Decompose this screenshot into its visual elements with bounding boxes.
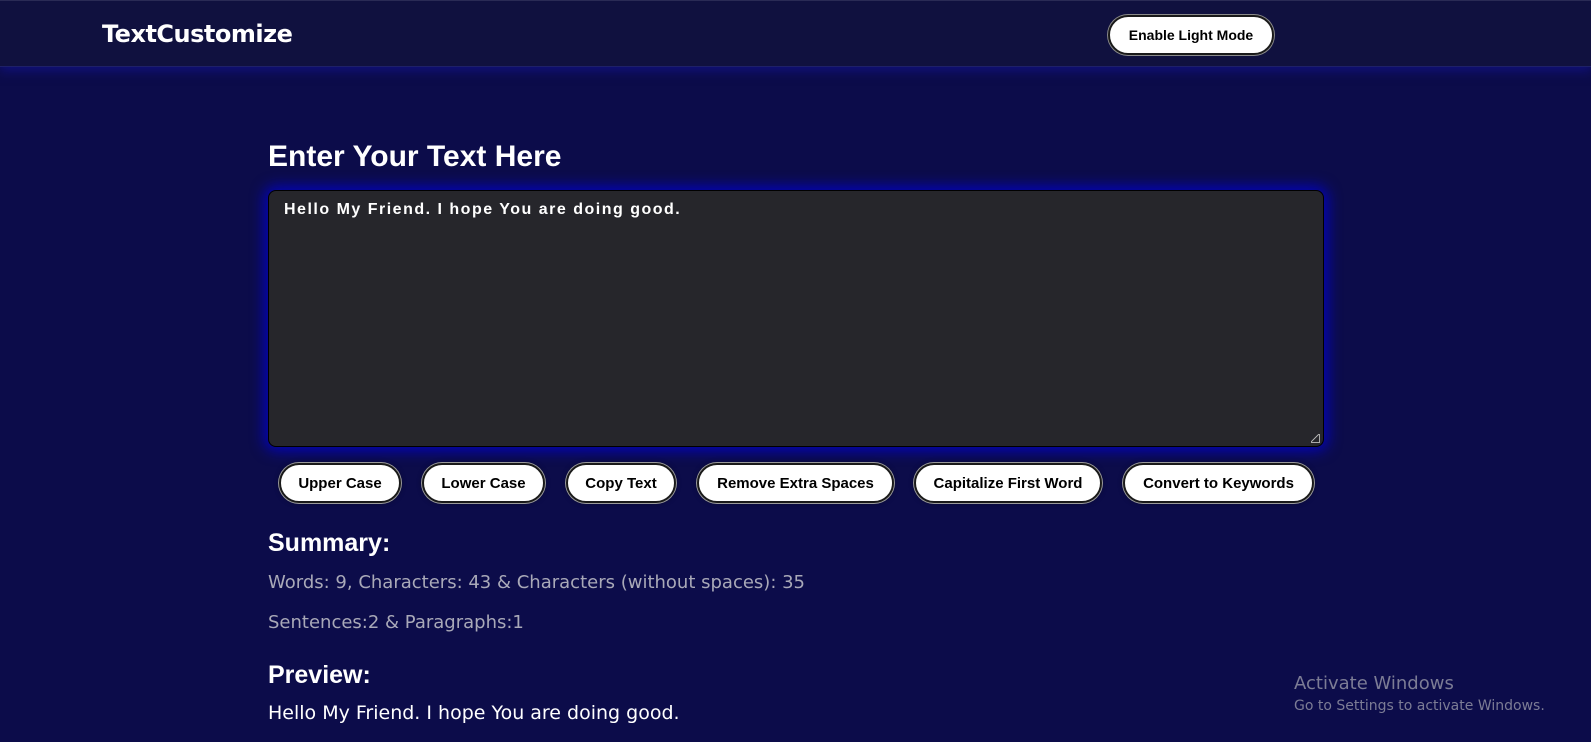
text-input-container: Hello My Friend. I hope You are doing go… xyxy=(268,190,1324,447)
navbar: TextCustomize Enable Light Mode xyxy=(0,0,1591,67)
page-title: Enter Your Text Here xyxy=(268,140,562,173)
enable-light-mode-button[interactable]: Enable Light Mode xyxy=(1108,15,1274,55)
capitalize-first-word-button[interactable]: Capitalize First Word xyxy=(914,463,1102,503)
resize-handle-icon[interactable] xyxy=(1311,434,1320,443)
upper-case-button[interactable]: Upper Case xyxy=(279,463,401,503)
convert-to-keywords-button[interactable]: Convert to Keywords xyxy=(1123,463,1314,503)
summary-heading: Summary: xyxy=(268,529,391,557)
remove-extra-spaces-button[interactable]: Remove Extra Spaces xyxy=(697,463,894,503)
activate-windows-watermark: Activate Windows Go to Settings to activ… xyxy=(1294,673,1545,714)
summary-sentences: Sentences:2 & Paragraphs:1 xyxy=(268,612,524,633)
text-input[interactable]: Hello My Friend. I hope You are doing go… xyxy=(269,191,1323,446)
copy-text-button[interactable]: Copy Text xyxy=(566,463,676,503)
preview-heading: Preview: xyxy=(268,661,371,689)
brand-logo-text[interactable]: TextCustomize xyxy=(102,20,293,48)
preview-text: Hello My Friend. I hope You are doing go… xyxy=(268,702,680,724)
watermark-subtitle: Go to Settings to activate Windows. xyxy=(1294,698,1545,714)
watermark-title: Activate Windows xyxy=(1294,673,1454,694)
lower-case-button[interactable]: Lower Case xyxy=(422,463,545,503)
summary-counts: Words: 9, Characters: 43 & Characters (w… xyxy=(268,572,806,593)
